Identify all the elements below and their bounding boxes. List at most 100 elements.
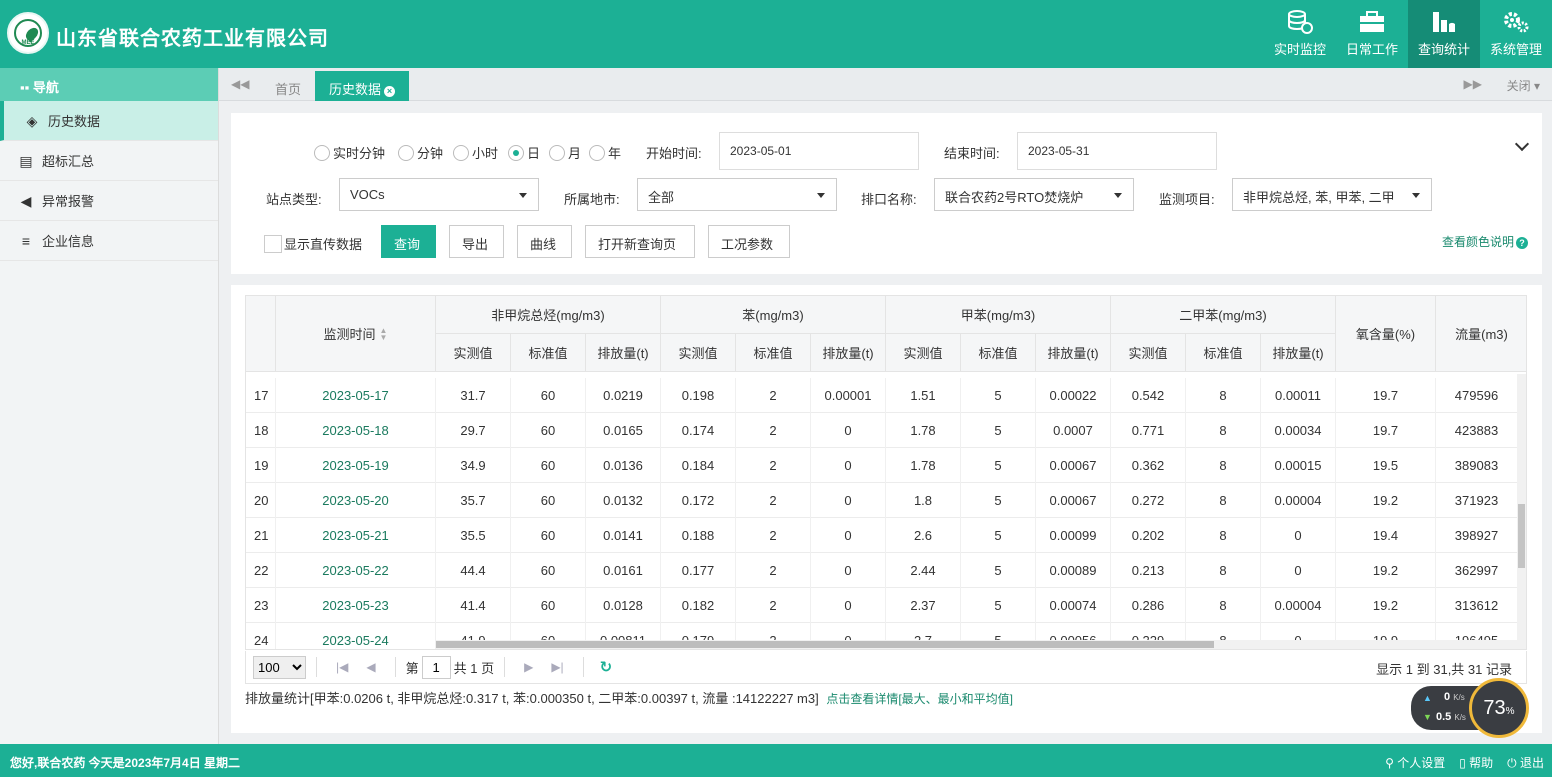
logout-link[interactable]: ⏻ 退出 xyxy=(1507,754,1544,771)
tab-history[interactable]: 历史数据 × xyxy=(315,71,410,101)
outlet-label: 排口名称: xyxy=(861,192,917,207)
first-page-icon[interactable]: |◀ xyxy=(336,660,348,674)
time-cell-link[interactable]: 2023-05-24 xyxy=(276,623,436,649)
row-index-cell: 22 xyxy=(246,553,276,588)
row-index-cell: 21 xyxy=(246,518,276,553)
sidebar-item-company[interactable]: ≡ 企业信息 xyxy=(0,221,218,261)
radio-month[interactable]: 月 xyxy=(549,143,581,162)
table-cell: 5 xyxy=(961,448,1036,483)
export-button[interactable]: 导出 xyxy=(449,225,504,258)
table-cell: 60 xyxy=(511,448,586,483)
color-help-link[interactable]: 查看颜色说明? xyxy=(1442,233,1528,250)
tab-scroll-right-icon[interactable]: ▶▶ xyxy=(1464,77,1482,91)
time-cell-link[interactable]: 2023-05-17 xyxy=(276,378,436,413)
table-cell: 2.44 xyxy=(886,553,961,588)
work-params-button[interactable]: 工况参数 xyxy=(708,225,790,258)
next-page-icon[interactable]: ▶ xyxy=(524,660,533,674)
tab-scroll-left-icon[interactable]: ◀◀ xyxy=(231,77,249,91)
radio-circle xyxy=(453,144,469,161)
checkbox-label: 显示直传数据 xyxy=(284,237,363,252)
city-select[interactable]: 全部 xyxy=(637,178,837,211)
filter-panel: 实时分钟 分钟 小时 日 月 年 开始时间: 2023-05-01 结束时间: … xyxy=(231,113,1542,274)
close-icon[interactable]: × xyxy=(384,86,396,97)
time-cell-link[interactable]: 2023-05-22 xyxy=(276,553,436,588)
start-time-input[interactable]: 2023-05-01 xyxy=(719,132,919,170)
table-cell: 0 xyxy=(811,553,886,588)
index-header xyxy=(246,296,276,372)
radio-year[interactable]: 年 xyxy=(589,143,621,162)
sub-header: 标准值 xyxy=(1186,334,1261,372)
time-header[interactable]: 监测时间 ▲ ▼ xyxy=(276,296,436,372)
time-cell-link[interactable]: 2023-05-21 xyxy=(276,518,436,553)
sidebar-item-alarm[interactable]: ◀ 异常报警 xyxy=(0,181,218,221)
row-index-cell: 17 xyxy=(246,378,276,413)
personal-settings-link[interactable]: ⚲ 个人设置 xyxy=(1385,754,1445,771)
scrollbar-thumb[interactable] xyxy=(436,641,1214,648)
open-new-query-button[interactable]: 打开新查询页 xyxy=(585,225,695,258)
logo-text: MEE xyxy=(21,40,35,46)
radio-day[interactable]: 日 xyxy=(508,143,540,162)
topnav-system[interactable]: 系统管理 xyxy=(1480,0,1552,68)
end-time-label: 结束时间: xyxy=(944,146,1000,161)
row-index-cell: 24 xyxy=(246,623,276,649)
stats-detail-link[interactable]: 点击查看详情[最大、最小和平均值] xyxy=(826,692,1013,706)
table-row: 21 2023-05-21 35.5 60 0.0141 0.188 2 0 2.6 5 0.000… xyxy=(246,518,1526,553)
page-number-input[interactable] xyxy=(421,655,451,679)
help-link[interactable]: ▯ 帮助 xyxy=(1459,754,1493,771)
table-cell: 1.51 xyxy=(886,378,961,413)
table-cell: 371923 xyxy=(1436,483,1518,518)
sub-header: 实测值 xyxy=(661,334,736,372)
network-speed-widget[interactable]: ▲ 0 K/s ▼ 0.5 K/s 73% xyxy=(1411,678,1531,738)
table-cell: 35.7 xyxy=(436,483,511,518)
monitor-item-select[interactable]: 非甲烷总烃, 苯, 甲苯, 二甲 xyxy=(1232,178,1432,211)
prev-page-icon[interactable]: ◀ xyxy=(366,660,375,674)
usage-percent: 73 xyxy=(1483,696,1506,719)
end-time-input[interactable]: 2023-05-31 xyxy=(1017,132,1217,170)
time-cell-link[interactable]: 2023-05-19 xyxy=(276,448,436,483)
topnav-query[interactable]: 查询统计 xyxy=(1408,0,1480,68)
vertical-scrollbar[interactable] xyxy=(1517,374,1526,649)
table-panel: 监测时间 ▲ ▼ 非甲烷总烃(mg/m3) 苯(mg/m3) 甲苯(mg/m3) 二… xyxy=(231,285,1542,733)
group-header: 二甲苯(mg/m3) xyxy=(1111,296,1336,334)
table-cell: 389083 xyxy=(1436,448,1518,483)
table-cell: 1.8 xyxy=(886,483,961,518)
sidebar-item-history[interactable]: ◈ 历史数据 xyxy=(0,101,218,141)
radio-circle-selected xyxy=(508,144,524,161)
topnav-daily[interactable]: 日常工作 xyxy=(1336,0,1408,68)
sidebar-item-exceed[interactable]: ▤ 超标汇总 xyxy=(0,141,218,181)
scrollbar-thumb[interactable] xyxy=(1518,504,1525,568)
time-cell-link[interactable]: 2023-05-18 xyxy=(276,413,436,448)
tab-home[interactable]: 首页 xyxy=(261,71,315,101)
sub-header: 排放量(t) xyxy=(1036,334,1111,372)
refresh-icon[interactable]: ↻ xyxy=(600,658,613,676)
table-cell: 2 xyxy=(736,413,811,448)
table-cell: 60 xyxy=(511,588,586,623)
topnav-realtime[interactable]: 实时监控 xyxy=(1264,0,1336,68)
site-type-select[interactable]: VOCs xyxy=(339,178,539,211)
query-button[interactable]: 查询 xyxy=(381,225,436,258)
table-cell: 0.0161 xyxy=(586,553,661,588)
radio-realtime-minute[interactable]: 实时分钟 xyxy=(314,143,385,162)
last-page-icon[interactable]: ▶| xyxy=(551,660,563,674)
outlet-select[interactable]: 联合农药2号RTO焚烧炉 xyxy=(934,178,1134,211)
radio-hour[interactable]: 小时 xyxy=(453,143,498,162)
app-header: MEE 山东省联合农药工业有限公司 实时监控 日常工作 查询统计 系统管理 xyxy=(0,0,1552,68)
table-cell: 0.202 xyxy=(1111,518,1186,553)
table-cell: 0 xyxy=(811,588,886,623)
chevron-down-icon[interactable] xyxy=(1514,136,1530,152)
radio-minute[interactable]: 分钟 xyxy=(398,143,443,162)
radio-label: 小时 xyxy=(472,146,499,161)
close-tabs-dropdown[interactable]: 关闭 ▾ xyxy=(1507,77,1540,94)
table-cell: 29.7 xyxy=(436,413,511,448)
time-cell-link[interactable]: 2023-05-20 xyxy=(276,483,436,518)
table-cell: 0.00074 xyxy=(1036,588,1111,623)
page-size-select[interactable]: 100 xyxy=(253,655,306,679)
table-cell: 8 xyxy=(1186,413,1261,448)
sidebar-header-label: 导航 xyxy=(32,80,59,95)
table-cell: 1.78 xyxy=(886,413,961,448)
table-cell: 8 xyxy=(1186,483,1261,518)
curve-button[interactable]: 曲线 xyxy=(517,225,572,258)
time-cell-link[interactable]: 2023-05-23 xyxy=(276,588,436,623)
horizontal-scrollbar[interactable] xyxy=(436,640,1518,649)
show-direct-data-checkbox[interactable]: 显示直传数据 xyxy=(264,234,362,253)
